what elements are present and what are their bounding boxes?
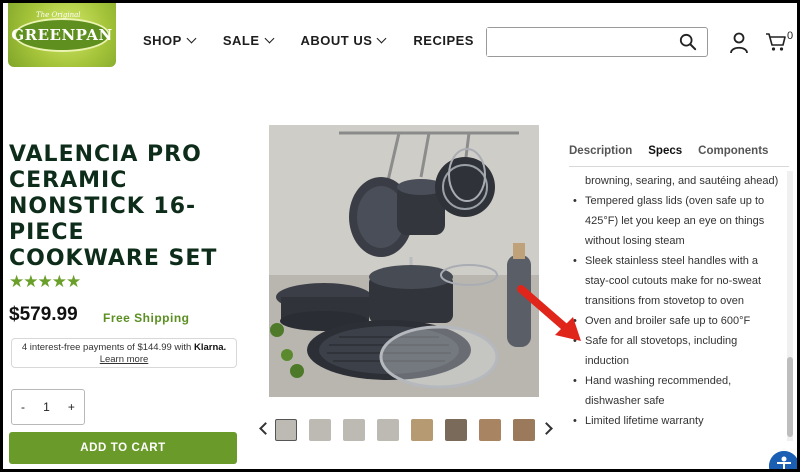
spec-item: Sleek stainless steel handles with a sta…: [573, 251, 783, 311]
greenpan-logo[interactable]: The Original GREENPAN: [8, 3, 116, 67]
nav-item-label: ABOUT US: [300, 33, 373, 48]
tab-description[interactable]: Description: [569, 145, 632, 167]
chevron-down-icon: [376, 33, 387, 44]
spec-item: browning, searing, and sautéing ahead): [585, 175, 779, 187]
cookware-photo: [269, 125, 539, 397]
nav-item-label: SALE: [222, 33, 260, 48]
specs-list: browning, searing, and sautéing ahead) T…: [573, 171, 783, 431]
spec-item: Safe for all stovetops, including induct…: [573, 331, 783, 371]
specs-panel: browning, searing, and sautéing ahead) T…: [573, 171, 783, 441]
nav-item-recipes[interactable]: RECIPES: [413, 33, 474, 48]
free-shipping-label: Free Shipping: [103, 311, 190, 325]
klarna-learn-more-link[interactable]: Learn more: [100, 354, 149, 365]
thumbnail-strip: [259, 419, 554, 443]
chevron-right-icon[interactable]: [540, 422, 553, 435]
product-price: $579.99: [9, 304, 78, 325]
tab-divider: [569, 166, 789, 167]
chevron-left-icon[interactable]: [259, 422, 272, 435]
thumbnail-3[interactable]: [343, 419, 365, 441]
chevron-down-icon: [264, 33, 274, 44]
page-frame: The Original GREENPAN SHOP SALE ABOUT US…: [3, 3, 797, 469]
thumbnail-8[interactable]: [513, 419, 535, 441]
thumbnail-1[interactable]: [275, 419, 297, 441]
thumbnail-4[interactable]: [377, 419, 399, 441]
chevron-down-icon: [186, 33, 197, 44]
klarna-logo: Klarna.: [193, 342, 227, 353]
nav-item-about-us[interactable]: ABOUT US: [300, 33, 387, 48]
main-nav: SHOP SALE ABOUT US RECIPES: [143, 33, 474, 48]
nav-item-label: RECIPES: [413, 33, 474, 48]
search-icon[interactable]: [679, 33, 697, 51]
thumbnail-7[interactable]: [479, 419, 501, 441]
search-input[interactable]: [487, 28, 667, 56]
specs-scrollbar-thumb[interactable]: [787, 357, 793, 437]
nav-item-sale[interactable]: SALE: [222, 33, 274, 48]
thumbnail-2[interactable]: [309, 419, 331, 441]
klarna-text: 4 interest-free payments of $144.99 with: [21, 342, 192, 353]
cart-count: 0: [787, 30, 794, 42]
nav-item-label: SHOP: [143, 33, 182, 48]
red-arrow-annotation: [517, 285, 581, 341]
rating-stars[interactable]: ★★★★★: [9, 272, 81, 292]
spec-item: Limited lifetime warranty: [573, 411, 783, 431]
tab-components[interactable]: Components: [698, 145, 768, 167]
spec-item: Tempered glass lids (oven safe up to 425…: [573, 191, 783, 251]
logo-tagline: The Original: [36, 11, 81, 19]
cart-icon[interactable]: [765, 32, 787, 52]
quantity-decrease-button[interactable]: -: [21, 400, 25, 414]
tab-specs[interactable]: Specs: [648, 145, 682, 167]
product-main-image[interactable]: [269, 125, 539, 397]
product-tabs: Description Specs Components: [569, 145, 768, 167]
klarna-banner: 4 interest-free payments of $144.99 with…: [11, 338, 237, 368]
logo-wordmark: GREENPAN: [11, 18, 112, 52]
quantity-value[interactable]: 1: [43, 400, 50, 414]
accessibility-icon[interactable]: [769, 451, 797, 469]
spec-item: Oven and broiler safe up to 600°F: [573, 311, 783, 331]
product-title: VALENCIA PRO CERAMIC NONSTICK 16-PIECE C…: [9, 142, 218, 271]
spec-item: Hand washing recommended, dishwasher saf…: [573, 371, 783, 411]
thumbnail-5[interactable]: [411, 419, 433, 441]
thumbnail-6[interactable]: [445, 419, 467, 441]
quantity-stepper: - 1 +: [11, 389, 85, 425]
nav-item-shop[interactable]: SHOP: [143, 33, 197, 48]
add-to-cart-button[interactable]: ADD TO CART: [9, 432, 237, 464]
quantity-increase-button[interactable]: +: [68, 400, 75, 414]
account-icon[interactable]: [729, 32, 749, 54]
search-box: [486, 27, 708, 57]
